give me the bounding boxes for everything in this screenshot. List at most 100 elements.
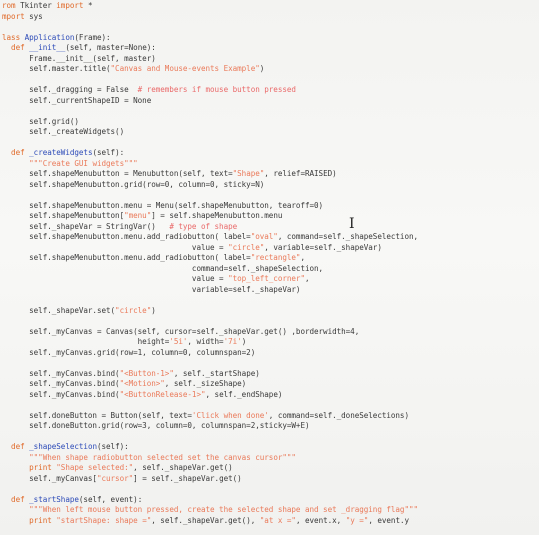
code-token: sys	[24, 11, 43, 21]
code-line: value = "circle", variable=self._shapeVa…	[2, 243, 382, 252]
code-token: "Canvas and Mouse-events Example"	[110, 64, 260, 73]
code-token: lass	[2, 32, 21, 42]
code-token: ] = self._shapeVar.get()	[133, 473, 242, 483]
code-line: self.doneButton.grid(row=3, column=0, co…	[2, 421, 310, 430]
code-line: mport sys	[2, 12, 43, 21]
code-token: self._shapeVar = StringVar()	[2, 221, 170, 231]
code-token: self.doneButton = Button(self, text=	[2, 410, 192, 420]
code-token: self.shapeMenubutton[	[2, 211, 125, 220]
code-token: 'Click when done'	[191, 410, 269, 420]
code-token: ,	[300, 253, 305, 262]
code-token: print	[29, 463, 52, 472]
code-token: , self._startShape)	[173, 368, 260, 378]
code-token: self._myCanvas = Canvas(self, cursor=sel…	[2, 326, 360, 336]
code-token: "circle"	[115, 305, 152, 315]
code-token: '5i'	[169, 337, 188, 346]
code-token: "at x ="	[259, 515, 296, 525]
code-line: self.shapeMenubutton["menu"] = self.shap…	[2, 211, 282, 220]
code-token: """When left mouse button pressed, creat…	[29, 505, 419, 514]
code-token: _shapeSelection	[29, 442, 97, 451]
code-token: "<Motion>"	[119, 379, 165, 388]
code-line: print "Shape selected:", self._shapeVar.…	[2, 463, 233, 472]
code-token: "circle"	[228, 242, 265, 252]
code-token: height=	[2, 337, 170, 346]
code-line: command=self._shapeSelection,	[2, 264, 323, 273]
code-token: , self._shapeVar.get(),	[151, 515, 260, 525]
code-token: "y ="	[345, 515, 369, 525]
code-token: self.master.title(	[2, 64, 111, 73]
code-token: (self):	[96, 442, 129, 451]
code-token: self._myCanvas.bind(	[2, 368, 120, 378]
code-token: _createWidgets	[29, 148, 93, 157]
code-token: rom	[2, 1, 16, 10]
code-line: self.shapeMenubutton.menu = Menu(self.sh…	[2, 201, 323, 210]
code-token: """Create GUI widgets"""	[29, 158, 138, 168]
code-token: "Shape"	[232, 169, 265, 178]
code-line: self._myCanvas.bind("<ButtonRelease-1>",…	[2, 390, 282, 399]
code-token: value =	[2, 274, 229, 283]
code-token: )	[151, 305, 156, 315]
code-line: self._currentShapeID = None	[2, 96, 151, 105]
code-token: self._dragging = False	[2, 85, 138, 94]
code-token: __init__	[29, 43, 66, 52]
code-token: self._shapeVar.set(	[2, 305, 116, 315]
code-line: variable=self._shapeVar)	[2, 284, 301, 294]
code-token: self._createWidgets()	[2, 127, 125, 136]
code-line: def __init__(self, master=None):	[2, 43, 156, 52]
code-token: def	[11, 43, 25, 52]
code-token: *	[83, 1, 93, 10]
code-token: (self):	[92, 148, 125, 157]
code-token: "top_left_corner"	[228, 274, 305, 283]
code-token: , self._shapeVar.get()	[133, 463, 233, 472]
code-token: command=self._shapeSelection,	[2, 263, 324, 273]
code-token: )	[259, 64, 265, 73]
code-line: self.shapeMenubutton.menu.add_radiobutto…	[2, 253, 305, 262]
code-token: "<Button-1>"	[119, 368, 174, 378]
code-token: self.grid()	[2, 116, 79, 126]
code-token: variable=self._shapeVar)	[2, 284, 301, 294]
code-token: "menu"	[124, 211, 152, 220]
code-token: '7i'	[223, 337, 242, 346]
code-token: self.shapeMenubutton.menu = Menu(self.sh…	[2, 200, 324, 210]
code-line: def _shapeSelection(self):	[2, 442, 129, 451]
code-line: self._createWidgets()	[2, 127, 124, 136]
code-line: self._myCanvas.bind("<Motion>", self._si…	[2, 379, 246, 388]
code-token: ,	[304, 274, 310, 283]
code-line: height='5i', width='7i')	[2, 337, 247, 346]
code-token: # remembers if mouse button pressed	[137, 85, 296, 94]
code-line: """When left mouse button pressed, creat…	[2, 505, 418, 514]
code-token: "rectangle"	[250, 253, 301, 262]
code-token: value =	[2, 242, 229, 252]
code-line: self._myCanvas.bind("<Button-1>", self._…	[2, 369, 260, 378]
code-token: Tkinter	[15, 1, 57, 10]
code-token: , event.x,	[295, 515, 346, 525]
code-line: """When shape radiobutton selected set t…	[2, 453, 296, 462]
code-editor[interactable]: rom Tkinter import * mport sys lass Applic…	[0, 0, 539, 535]
code-token: , command=self._shapeSelection,	[277, 232, 419, 241]
code-token: self.shapeMenubutton.grid(row=0, column=…	[2, 179, 265, 189]
code-token: , event.y	[368, 515, 410, 525]
code-token: , self._sizeShape)	[164, 379, 247, 388]
code-token: , command=self._doneSelections)	[268, 410, 409, 420]
code-token: (self, master=None):	[65, 43, 156, 52]
code-line: """Create GUI widgets"""	[2, 159, 138, 168]
code-line: self._dragging = False # remembers if mo…	[2, 85, 296, 94]
code-line: self._myCanvas = Canvas(self, cursor=sel…	[2, 327, 359, 336]
code-token: , width=	[187, 337, 224, 346]
code-token: self.doneButton.grid(row=3, column=0, co…	[2, 421, 310, 430]
code-line: def _startShape(self, event):	[2, 495, 142, 504]
code-token: self.shapeMenubutton = Menubutton(self, …	[2, 169, 233, 178]
code-token: "oval"	[250, 232, 278, 241]
code-token: import	[56, 1, 84, 10]
code-line: self.shapeMenubutton.menu.add_radiobutto…	[2, 232, 418, 241]
code-token: # type of shape	[169, 221, 238, 231]
code-token: (Frame):	[74, 32, 111, 42]
code-token: def	[11, 148, 25, 157]
